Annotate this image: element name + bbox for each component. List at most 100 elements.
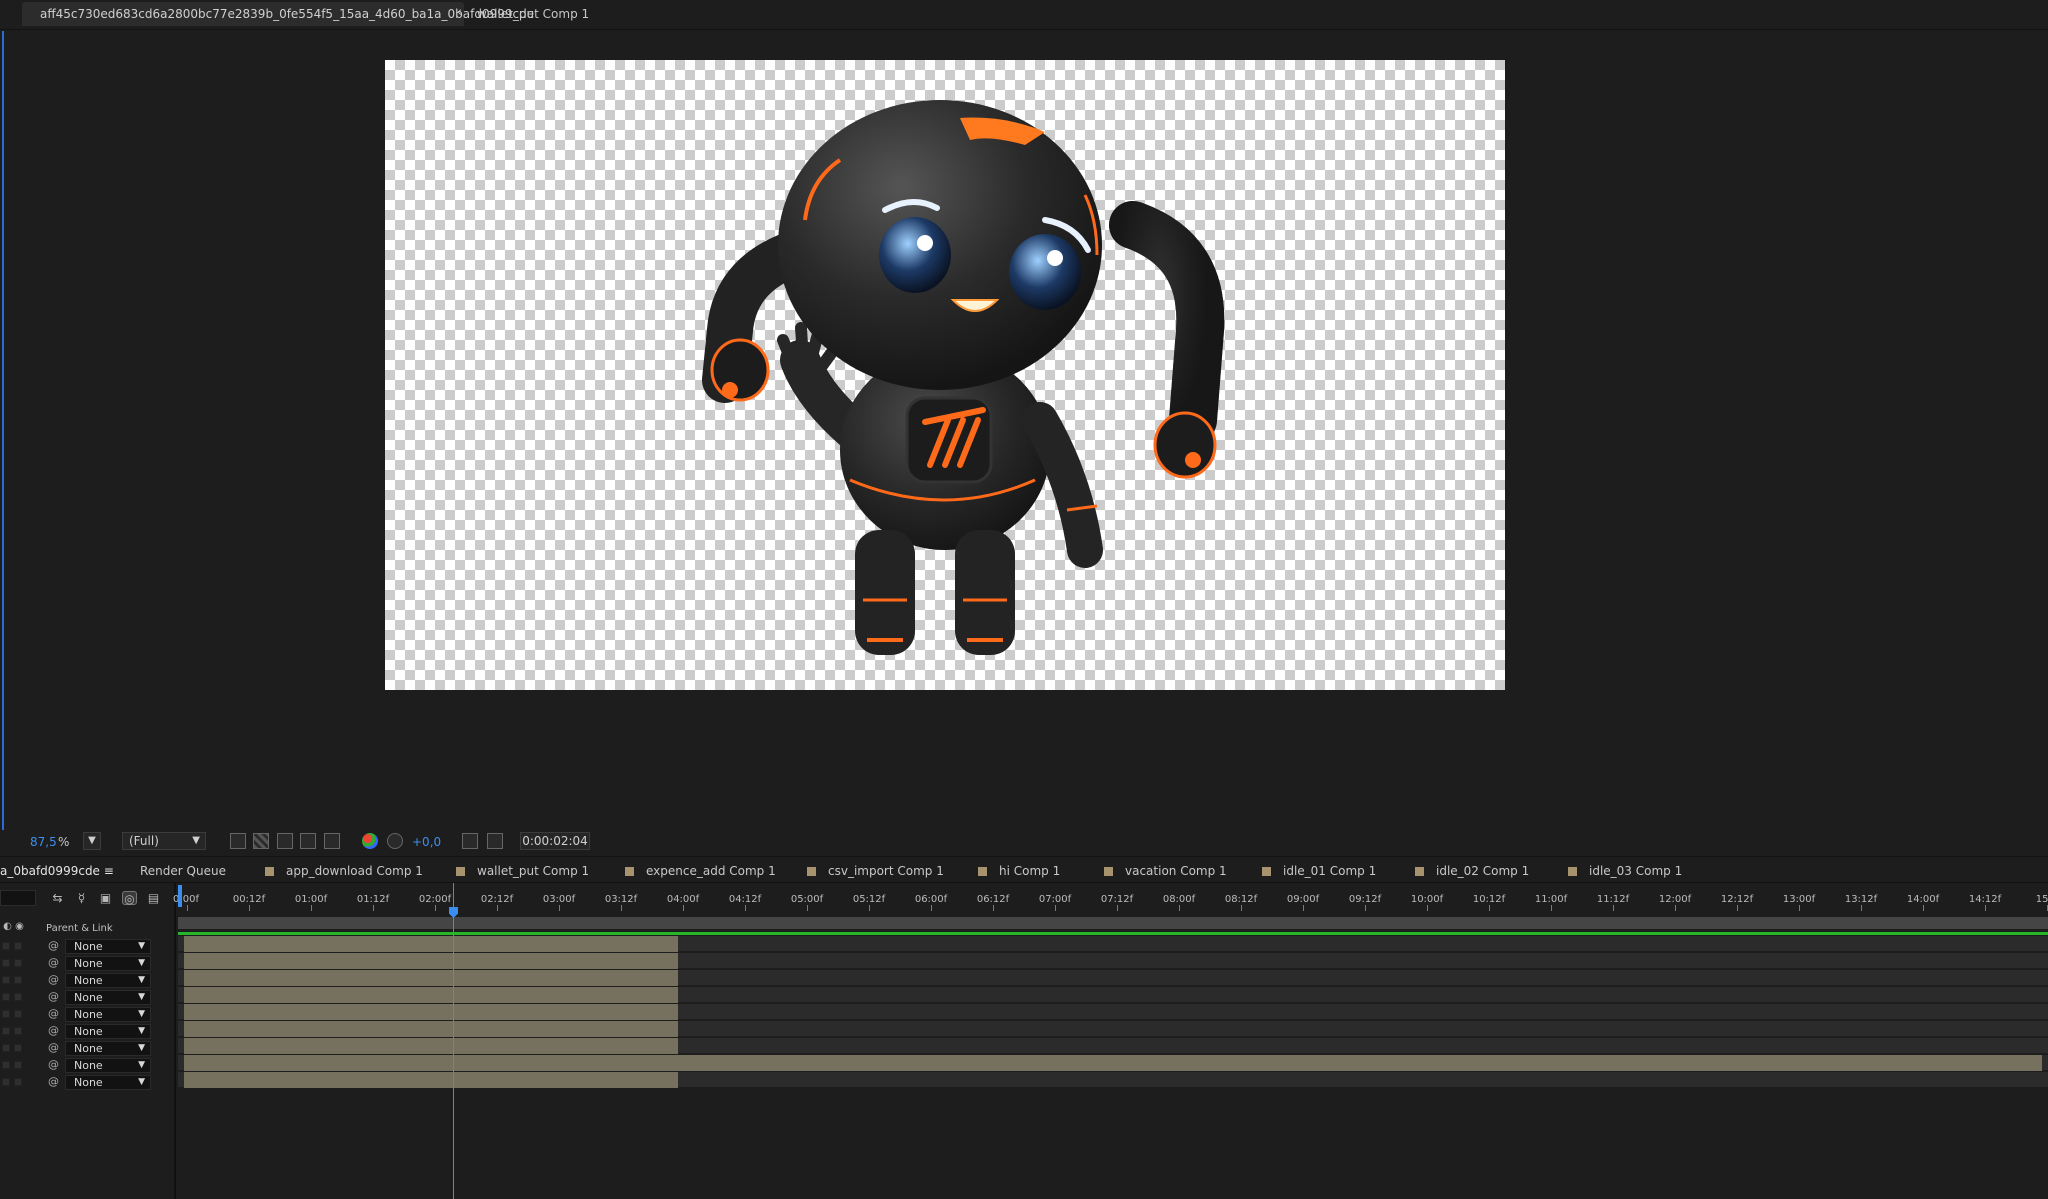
pick-whip-icon[interactable]: @ xyxy=(48,1058,59,1071)
layer-row[interactable]: @ None ▼ xyxy=(0,955,176,972)
safe-margins-icon[interactable] xyxy=(300,833,316,849)
ruler-tick-label: 13:00f xyxy=(1782,894,1816,905)
current-timecode[interactable]: 0:00:02:04 xyxy=(520,832,590,850)
lock-toggle[interactable] xyxy=(14,1044,22,1052)
exposure-value[interactable]: +0,0 xyxy=(412,835,441,853)
tab-comp[interactable]: idle_02 Comp 1 xyxy=(1415,864,1529,878)
parent-select[interactable]: None ▼ xyxy=(65,1041,151,1056)
composition-canvas[interactable] xyxy=(385,60,1505,690)
tab-render-queue[interactable]: Render Queue xyxy=(140,864,226,878)
parent-select[interactable]: None ▼ xyxy=(65,956,151,971)
lock-toggle[interactable] xyxy=(14,976,22,984)
solo-toggle[interactable] xyxy=(2,1078,10,1086)
parent-select[interactable]: None ▼ xyxy=(65,1024,151,1039)
layer-row[interactable]: @ None ▼ xyxy=(0,1006,176,1023)
frame-blending-icon[interactable]: ▣ xyxy=(98,891,113,905)
solo-toggle[interactable] xyxy=(2,959,10,967)
panel-menu-icon[interactable]: ≡ xyxy=(104,864,114,878)
work-area-start-marker[interactable] xyxy=(178,885,182,907)
layer-clip-bar[interactable] xyxy=(184,1038,678,1054)
resolution-dropdown[interactable]: (Full) ▼ xyxy=(122,832,206,850)
lock-toggle[interactable] xyxy=(14,1078,22,1086)
layer-row[interactable]: @ None ▼ xyxy=(0,938,176,955)
layer-clip-bar[interactable] xyxy=(184,970,678,986)
pick-whip-icon[interactable]: @ xyxy=(48,1007,59,1020)
parent-select[interactable]: None ▼ xyxy=(65,939,151,954)
pick-whip-icon[interactable]: @ xyxy=(48,1075,59,1088)
tab-comp[interactable]: vacation Comp 1 xyxy=(1104,864,1227,878)
layer-row[interactable]: @ None ▼ xyxy=(0,1023,176,1040)
zoom-value[interactable]: 87,5 xyxy=(30,835,57,853)
layer-clip-bar[interactable] xyxy=(184,1055,2042,1071)
layer-row[interactable]: @ None ▼ xyxy=(0,1040,176,1057)
mask-visibility-icon[interactable] xyxy=(277,833,293,849)
parent-select[interactable]: None ▼ xyxy=(65,990,151,1005)
lock-toggle[interactable] xyxy=(14,1027,22,1035)
layer-clip-bar[interactable] xyxy=(184,1021,678,1037)
layer-clip-bar[interactable] xyxy=(184,1072,678,1088)
tab-comp-label: csv_import Comp 1 xyxy=(828,864,944,878)
tab-comp[interactable]: app_download Comp 1 xyxy=(265,864,423,878)
layer-search-input[interactable] xyxy=(0,890,36,906)
layer-row[interactable]: @ None ▼ xyxy=(0,1074,176,1091)
pick-whip-icon[interactable]: @ xyxy=(48,956,59,969)
layer-track xyxy=(178,987,2048,1003)
timeline-tab-active[interactable]: a_0bafd0999cde ≡ xyxy=(0,864,114,878)
tab-comp[interactable]: wallet_put Comp 1 xyxy=(456,864,589,878)
pick-whip-icon[interactable]: @ xyxy=(48,990,59,1003)
solo-toggle[interactable] xyxy=(2,1027,10,1035)
lock-toggle[interactable] xyxy=(14,959,22,967)
layer-row[interactable]: @ None ▼ xyxy=(0,989,176,1006)
color-channels-icon[interactable] xyxy=(362,833,378,849)
time-ruler[interactable]: 0:00f 00:12f 01:00f 01:12f 02:00f 02:12f 03:00… xyxy=(173,883,2048,911)
work-area-bar[interactable] xyxy=(178,917,2048,929)
graph-editor-icon[interactable]: ▤ xyxy=(146,891,161,905)
parent-select-value: None xyxy=(74,957,103,970)
pick-whip-icon[interactable]: @ xyxy=(48,939,59,952)
viewer-tab-active[interactable]: aff45c730ed683cd6a2800bc77e2839b_0fe554f… xyxy=(22,2,534,26)
layer-clip-bar[interactable] xyxy=(184,987,678,1003)
layer-clip-bar[interactable] xyxy=(184,953,678,969)
tab-comp[interactable]: idle_01 Comp 1 xyxy=(1262,864,1376,878)
lock-toggle[interactable] xyxy=(14,1010,22,1018)
layer-row[interactable]: @ None ▼ xyxy=(0,972,176,989)
comp-mini-flowchart-icon[interactable]: ⇆ xyxy=(50,891,65,905)
shy-layers-icon[interactable]: ☿ xyxy=(74,891,89,905)
zoom-dropdown-button[interactable]: ▼ xyxy=(83,832,101,850)
tab-comp[interactable]: hi Comp 1 xyxy=(978,864,1060,878)
viewer-flow-tab[interactable]: wallet_put Comp 1 xyxy=(477,7,589,21)
chevron-down-icon: ▼ xyxy=(138,1009,145,1019)
solo-toggle[interactable] xyxy=(2,1010,10,1018)
solo-toggle[interactable] xyxy=(2,976,10,984)
parent-select[interactable]: None ▼ xyxy=(65,1007,151,1022)
motion-blur-icon[interactable]: ◎ xyxy=(122,891,137,906)
layer-clip-bar[interactable] xyxy=(184,936,678,952)
layer-row[interactable]: @ None ▼ xyxy=(0,1057,176,1074)
show-snapshot-icon[interactable] xyxy=(487,833,503,849)
region-of-interest-icon[interactable] xyxy=(230,833,246,849)
reset-exposure-icon[interactable] xyxy=(387,833,403,849)
snapshot-camera-icon[interactable] xyxy=(462,833,478,849)
tab-comp[interactable]: csv_import Comp 1 xyxy=(807,864,944,878)
tab-comp[interactable]: expence_add Comp 1 xyxy=(625,864,776,878)
parent-select[interactable]: None ▼ xyxy=(65,1058,151,1073)
solo-toggle[interactable] xyxy=(2,942,10,950)
pick-whip-icon[interactable]: @ xyxy=(48,973,59,986)
tab-comp[interactable]: idle_03 Comp 1 xyxy=(1568,864,1682,878)
solo-toggle[interactable] xyxy=(2,993,10,1001)
solo-toggle[interactable] xyxy=(2,1061,10,1069)
lock-toggle[interactable] xyxy=(14,1061,22,1069)
chevron-left-icon[interactable]: ‹ xyxy=(457,5,462,20)
parent-select[interactable]: None ▼ xyxy=(65,1075,151,1090)
current-time-indicator[interactable] xyxy=(453,883,454,1199)
parent-select[interactable]: None ▼ xyxy=(65,973,151,988)
lock-toggle[interactable] xyxy=(14,993,22,1001)
lock-toggle[interactable] xyxy=(14,942,22,950)
pick-whip-icon[interactable]: @ xyxy=(48,1041,59,1054)
pick-whip-icon[interactable]: @ xyxy=(48,1024,59,1037)
3d-view-icon[interactable] xyxy=(324,833,340,849)
solo-toggle[interactable] xyxy=(2,1044,10,1052)
zoom-unit: % xyxy=(58,835,70,849)
layer-clip-bar[interactable] xyxy=(184,1004,678,1020)
transparency-grid-icon[interactable] xyxy=(253,833,269,849)
